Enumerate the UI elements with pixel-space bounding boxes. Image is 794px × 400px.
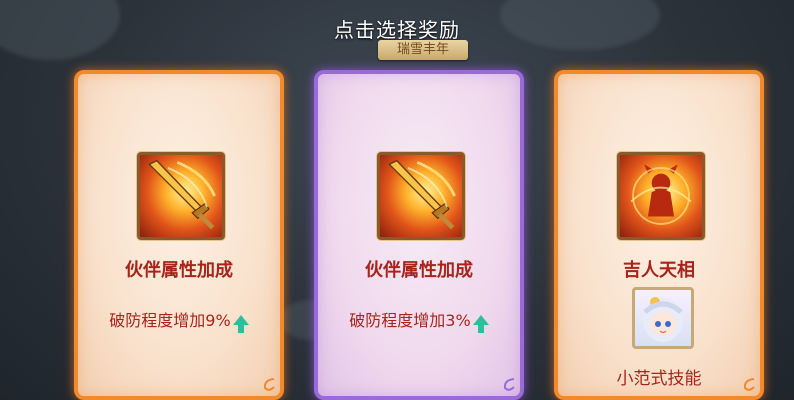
up-arrow-icon	[472, 314, 489, 333]
reward-name: 吉人天相	[623, 260, 695, 281]
page-title: 点击选择奖励	[334, 18, 460, 42]
swirl-icon	[263, 378, 275, 391]
reward-card-2[interactable]: 伙伴属性加成 破防程度增加3%	[314, 70, 524, 400]
reward-name: 伙伴属性加成	[125, 260, 233, 281]
reward-bonus: 破防程度增加9%	[78, 307, 280, 333]
swirl-icon	[743, 378, 755, 391]
event-banner: 瑞雪丰年	[378, 40, 468, 60]
bonus-text: 破防程度增加3%	[349, 311, 471, 330]
swirl-icon	[503, 378, 515, 391]
reward-card-1[interactable]: 伙伴属性加成 破防程度增加9%	[74, 70, 284, 400]
reward-name: 伙伴属性加成	[365, 260, 473, 281]
skill-label: 小范式技能	[616, 369, 702, 389]
reward-bonus: 破防程度增加3%	[318, 307, 520, 333]
flaming-sword-icon	[377, 152, 465, 240]
fire-warrior-icon	[617, 152, 705, 240]
bonus-text: 破防程度增加9%	[109, 311, 231, 330]
character-portrait[interactable]	[632, 287, 694, 349]
flaming-sword-icon	[137, 152, 225, 240]
up-arrow-icon	[232, 314, 249, 333]
reward-card-3[interactable]: 吉人天相 小范式技能	[554, 70, 764, 400]
